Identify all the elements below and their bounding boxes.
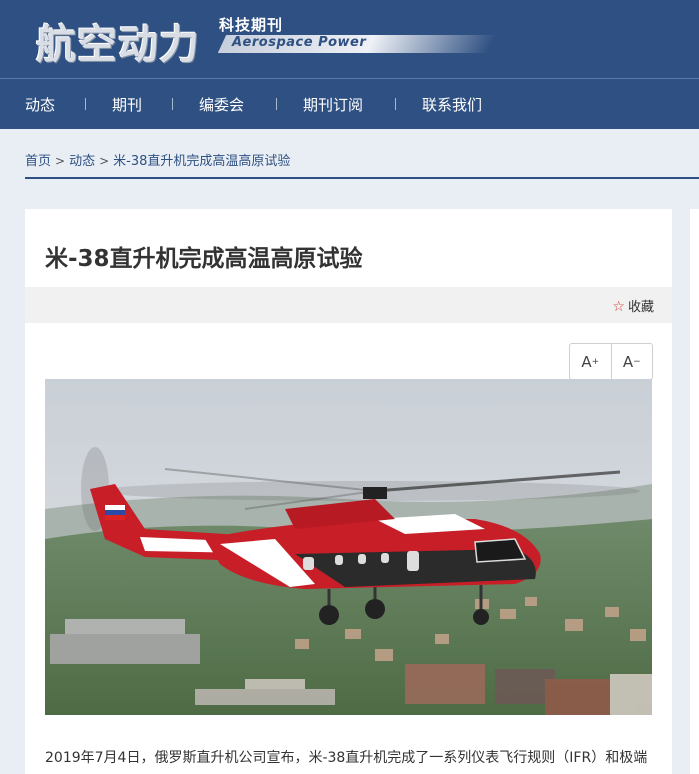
font-decrease-button[interactable]: A − — [610, 344, 653, 379]
nav-separator — [85, 98, 86, 110]
nav-separator — [276, 98, 277, 110]
main-nav: 动态 期刊 编委会 期刊订阅 联系我们 — [0, 79, 699, 129]
logo-subtitle-cn: 科技期刊 — [219, 16, 284, 34]
nav-separator — [395, 98, 396, 110]
article-body-first-line: 2019年7月4日，俄罗斯直升机公司宣布，米-38直升机完成了一系列仪表飞行规则… — [45, 750, 648, 766]
favorite-button[interactable]: ☆ 收藏 — [612, 296, 654, 315]
nav-separator — [172, 98, 173, 110]
nav-item-news[interactable]: 动态 — [25, 94, 55, 115]
breadcrumb-home[interactable]: 首页 — [25, 150, 51, 169]
logo-title-cn: 航空动力 — [36, 22, 200, 68]
article-toolbar: ☆ 收藏 — [25, 287, 672, 323]
article-card: 米-38直升机完成高温高原试验 ☆ 收藏 A + A − 38013 2019年… — [25, 209, 672, 774]
article-photo: 38013 — [45, 379, 652, 715]
breadcrumb-news[interactable]: 动态 — [69, 150, 95, 169]
sidebar-edge — [690, 209, 699, 774]
chevron-right-icon: > — [99, 154, 110, 168]
breadcrumb-current: 米-38直升机完成高温高原试验 — [113, 154, 291, 169]
nav-item-contact[interactable]: 联系我们 — [422, 94, 482, 115]
nav-item-subscribe[interactable]: 期刊订阅 — [303, 94, 363, 115]
breadcrumb: 首页 > 动态 > 米-38直升机完成高温高原试验 — [25, 150, 290, 169]
nav-item-journal[interactable]: 期刊 — [112, 94, 142, 115]
font-increase-button[interactable]: A + — [570, 344, 611, 379]
logo-subtitle-en: Aerospace Power — [232, 35, 367, 50]
font-size-controls: A + A − — [569, 343, 653, 380]
site-header: 航空动力 科技期刊 Aerospace Power — [0, 0, 699, 78]
chevron-right-icon: > — [55, 154, 66, 168]
article-title: 米-38直升机完成高温高原试验 — [45, 246, 363, 272]
helicopter-tail-number: 38013 — [151, 542, 182, 554]
breadcrumb-divider — [25, 177, 699, 179]
favorite-label: 收藏 — [627, 300, 654, 315]
nav-item-editorial-board[interactable]: 编委会 — [199, 94, 244, 115]
star-icon: ☆ — [612, 299, 625, 315]
